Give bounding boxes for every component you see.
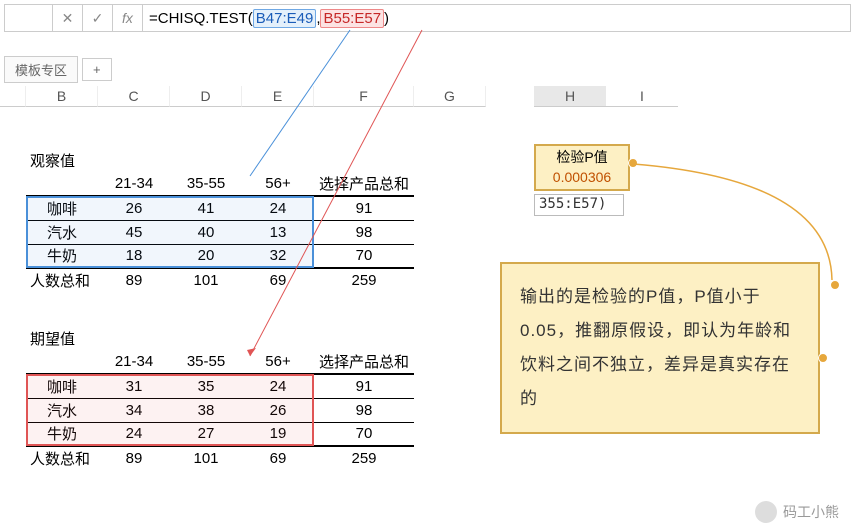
cell[interactable]: 89 <box>98 446 170 470</box>
cell[interactable]: 98 <box>314 398 414 422</box>
cell[interactable]: 19 <box>242 422 314 446</box>
observed-title: 观察值 <box>26 148 414 172</box>
cell[interactable]: 91 <box>314 196 414 220</box>
col-E[interactable]: E <box>242 86 314 107</box>
cell[interactable]: 91 <box>314 374 414 398</box>
cell[interactable]: 24 <box>242 196 314 220</box>
cell[interactable]: 70 <box>314 244 414 268</box>
cell[interactable]: 56+ <box>242 350 314 374</box>
watermark: 码工小熊 <box>755 501 839 523</box>
cell[interactable]: 35 <box>170 374 242 398</box>
cell[interactable] <box>26 172 98 196</box>
formula-range2: B55:E57 <box>320 9 384 28</box>
cell[interactable]: 选择产品总和 <box>314 172 414 196</box>
cell[interactable]: 牛奶 <box>26 422 98 446</box>
callout-handle[interactable] <box>628 158 638 168</box>
cell[interactable]: 32 <box>242 244 314 268</box>
cell[interactable]: 18 <box>98 244 170 268</box>
cell[interactable]: 101 <box>170 268 242 292</box>
pvalue-label: 检验P值 <box>542 148 622 168</box>
callout-handle[interactable] <box>830 280 840 290</box>
cell[interactable]: 人数总和 <box>26 268 98 292</box>
cell[interactable]: 101 <box>170 446 242 470</box>
tab-add[interactable]: + <box>82 58 112 81</box>
cell[interactable]: 24 <box>98 422 170 446</box>
cancel-icon[interactable]: ✕ <box>53 5 83 31</box>
cell[interactable]: 38 <box>170 398 242 422</box>
cell[interactable]: 69 <box>242 446 314 470</box>
formula-suffix: ) <box>384 10 389 27</box>
cell[interactable]: 13 <box>242 220 314 244</box>
formula-bar: ✕ ✓ fx =CHISQ.TEST( B47:E49 , B55:E57 ) <box>4 4 851 32</box>
callout-handle[interactable] <box>818 353 828 363</box>
cell[interactable]: 70 <box>314 422 414 446</box>
col-D[interactable]: D <box>170 86 242 107</box>
explanation-callout: 输出的是检验的P值，P值小于0.05，推翻原假设，即认为年龄和饮料之间不独立，差… <box>500 262 820 434</box>
cell[interactable]: 咖啡 <box>26 196 98 220</box>
col-C[interactable]: C <box>98 86 170 107</box>
cell[interactable]: 40 <box>170 220 242 244</box>
pvalue-callout: 检验P值 0.000306 <box>534 144 630 191</box>
col-B[interactable]: B <box>26 86 98 107</box>
pvalue-value: 0.000306 <box>542 168 622 188</box>
confirm-icon[interactable]: ✓ <box>83 5 113 31</box>
cell[interactable]: 31 <box>98 374 170 398</box>
name-box[interactable] <box>5 5 53 31</box>
cell[interactable]: 选择产品总和 <box>314 350 414 374</box>
cell[interactable]: 98 <box>314 220 414 244</box>
cell[interactable]: 汽水 <box>26 220 98 244</box>
formula-range1: B47:E49 <box>253 9 317 28</box>
expected-title: 期望值 <box>26 326 414 350</box>
table-observed: 观察值 21-34 35-55 56+ 选择产品总和 咖啡 26 41 24 9… <box>26 148 414 292</box>
cell[interactable]: 21-34 <box>98 350 170 374</box>
cell[interactable]: 56+ <box>242 172 314 196</box>
fx-icon[interactable]: fx <box>113 5 143 31</box>
cell[interactable] <box>26 350 98 374</box>
cell[interactable]: 牛奶 <box>26 244 98 268</box>
cell[interactable]: 26 <box>242 398 314 422</box>
cell[interactable]: 259 <box>314 268 414 292</box>
editing-cell[interactable]: 355:E57) <box>534 194 624 216</box>
cell[interactable]: 咖啡 <box>26 374 98 398</box>
cell[interactable]: 69 <box>242 268 314 292</box>
formula-text: =CHISQ.TEST( <box>149 10 253 27</box>
table-expected: 期望值 21-34 35-55 56+ 选择产品总和 咖啡 31 35 24 9… <box>26 326 414 470</box>
col-I[interactable]: I <box>606 86 678 107</box>
cell[interactable]: 20 <box>170 244 242 268</box>
sheet-tabs: 模板专区 + <box>4 56 112 82</box>
cell[interactable]: 45 <box>98 220 170 244</box>
column-headers: B C D E F G <box>0 86 480 107</box>
cell[interactable]: 26 <box>98 196 170 220</box>
col-H[interactable]: H <box>534 86 606 107</box>
cell[interactable]: 34 <box>98 398 170 422</box>
cell[interactable]: 259 <box>314 446 414 470</box>
col-G[interactable]: G <box>414 86 486 107</box>
cell[interactable]: 35-55 <box>170 172 242 196</box>
cell[interactable]: 21-34 <box>98 172 170 196</box>
watermark-text: 码工小熊 <box>783 502 839 522</box>
cell[interactable]: 24 <box>242 374 314 398</box>
tab-template[interactable]: 模板专区 <box>4 56 78 83</box>
logo-icon <box>755 501 777 523</box>
formula-input[interactable]: =CHISQ.TEST( B47:E49 , B55:E57 ) <box>143 9 850 28</box>
col-F[interactable]: F <box>314 86 414 107</box>
cell[interactable]: 人数总和 <box>26 446 98 470</box>
cell[interactable]: 27 <box>170 422 242 446</box>
cell[interactable]: 89 <box>98 268 170 292</box>
cell[interactable]: 汽水 <box>26 398 98 422</box>
col-gutter <box>0 86 26 107</box>
cell[interactable]: 35-55 <box>170 350 242 374</box>
cell[interactable]: 41 <box>170 196 242 220</box>
